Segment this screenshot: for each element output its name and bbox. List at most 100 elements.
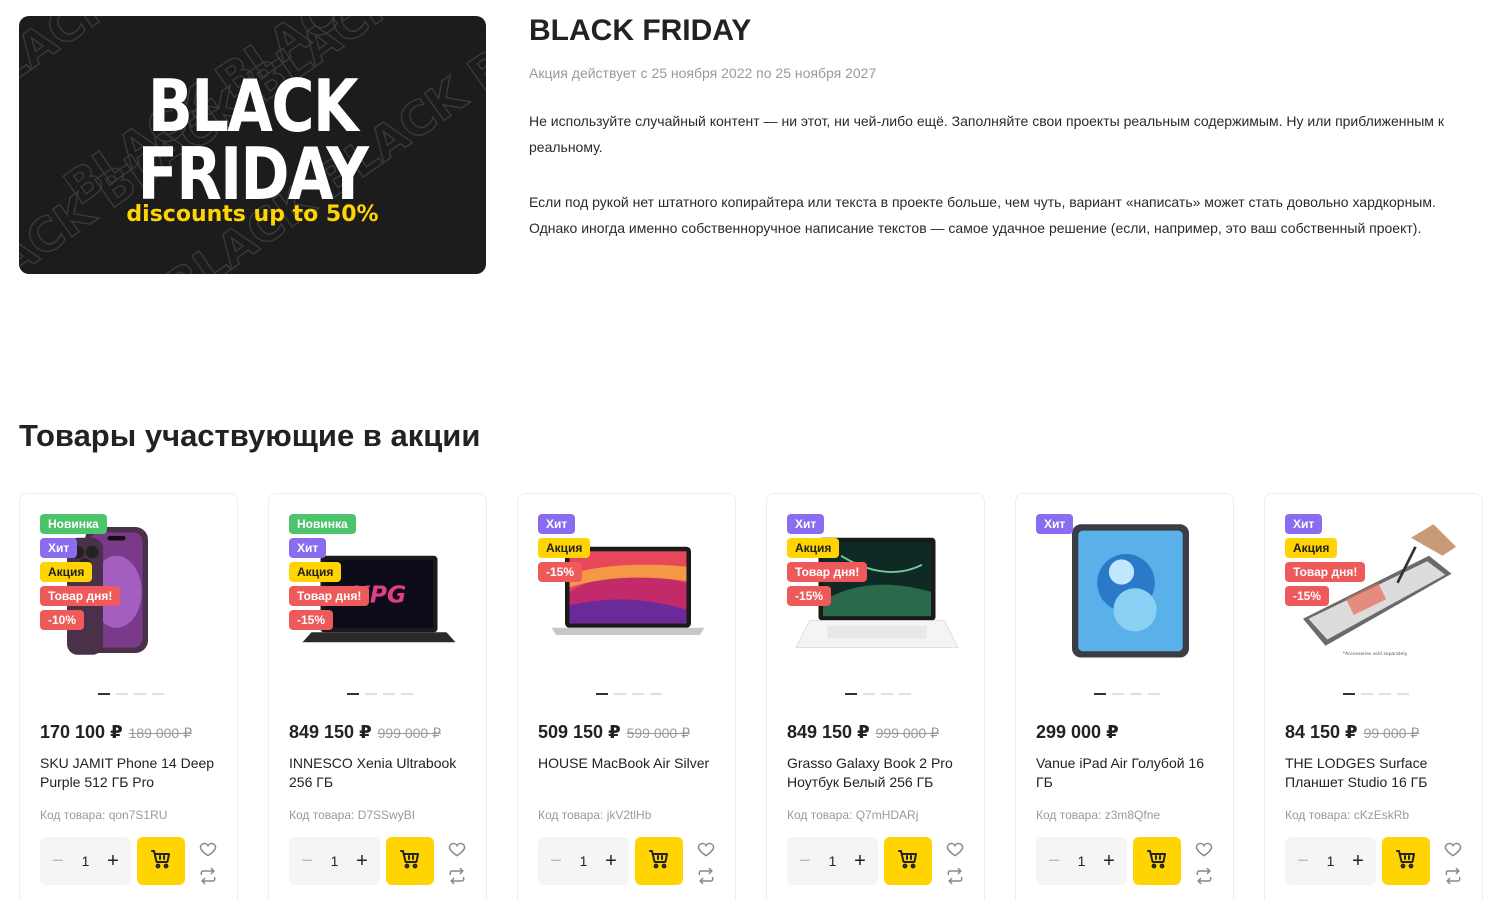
qty-value[interactable]: 1: [1327, 853, 1335, 869]
product-badge: Хит: [787, 514, 825, 534]
product-name[interactable]: Vanue iPad Air Голубой 16 ГБ: [1036, 754, 1218, 792]
image-pager[interactable]: [347, 693, 413, 695]
promo-banner: BLACK BLACK BLACK BLACK BLACK BLACK BLAC…: [19, 16, 486, 274]
pager-dot[interactable]: [1112, 693, 1124, 695]
qty-plus-button[interactable]: +: [354, 850, 370, 873]
pager-dot[interactable]: [383, 693, 395, 695]
image-pager[interactable]: [596, 693, 662, 695]
heart-icon[interactable]: [447, 839, 467, 859]
product-card[interactable]: *Accessories sold separately Хит Акция Тов…: [1264, 493, 1483, 900]
add-to-cart-button[interactable]: [635, 837, 683, 885]
qty-plus-button[interactable]: +: [105, 850, 121, 873]
product-badge: Акция: [289, 562, 342, 582]
product-code: Код товара: jkV2tlHb: [538, 808, 652, 822]
pager-dot[interactable]: [881, 693, 893, 695]
pager-dot[interactable]: [863, 693, 875, 695]
pager-dot[interactable]: [1130, 693, 1142, 695]
promo-dates: Акция действует с 25 ноября 2022 по 25 н…: [529, 65, 877, 81]
qty-value[interactable]: 1: [331, 853, 339, 869]
product-card[interactable]: Хит Акция -15% 509 150 ₽ 599 000 ₽ HOUSE M…: [517, 493, 736, 900]
old-price: 99 000 ₽: [1363, 725, 1420, 741]
compare-icon[interactable]: [696, 866, 716, 886]
qty-minus-button[interactable]: −: [548, 850, 564, 873]
product-card[interactable]: Хит Акция Товар дня! -15% 849 150 ₽ 999 000…: [766, 493, 985, 900]
pager-dot[interactable]: [1361, 693, 1373, 695]
pager-dot[interactable]: [632, 693, 644, 695]
pager-dot[interactable]: [347, 693, 359, 695]
image-pager[interactable]: [845, 693, 911, 695]
pager-dot[interactable]: [1397, 693, 1409, 695]
compare-icon[interactable]: [1194, 866, 1214, 886]
add-to-cart-button[interactable]: [1382, 837, 1430, 885]
add-to-cart-button[interactable]: [884, 837, 932, 885]
product-name[interactable]: Grasso Galaxy Book 2 Pro Ноутбук Белый 2…: [787, 754, 969, 792]
qty-plus-button[interactable]: +: [1101, 850, 1117, 873]
pager-dot[interactable]: [1343, 693, 1355, 695]
pager-dot[interactable]: [152, 693, 164, 695]
heart-icon[interactable]: [198, 839, 218, 859]
product-code: Код товара: D7SSwyBI: [289, 808, 416, 822]
pager-dot[interactable]: [845, 693, 857, 695]
pager-dot[interactable]: [614, 693, 626, 695]
add-to-cart-button[interactable]: [1133, 837, 1181, 885]
product-card[interactable]: XPG Новинка Хит Акция Товар дня! -15% 849 15…: [268, 493, 487, 900]
compare-icon[interactable]: [447, 866, 467, 886]
qty-value[interactable]: 1: [82, 853, 90, 869]
product-badge: Новинка: [40, 514, 107, 534]
pager-dot[interactable]: [899, 693, 911, 695]
badge-list: Новинка Хит Акция Товар дня! -15%: [289, 514, 370, 630]
banner-subtitle: discounts up to 50%: [126, 202, 379, 227]
qty-plus-button[interactable]: +: [852, 850, 868, 873]
pager-dot[interactable]: [401, 693, 413, 695]
pager-dot[interactable]: [596, 693, 608, 695]
qty-minus-button[interactable]: −: [797, 850, 813, 873]
image-pager[interactable]: [1343, 693, 1409, 695]
product-card[interactable]: Хит 299 000 ₽ Vanue iPad Air Голубой 16 …: [1015, 493, 1234, 900]
cart-icon: [1145, 847, 1169, 876]
product-card[interactable]: Новинка Хит Акция Товар дня! -10% 170 100 ₽ …: [19, 493, 238, 900]
qty-value[interactable]: 1: [829, 853, 837, 869]
product-name[interactable]: SKU JAMIT Phone 14 Deep Purple 512 ГБ Pr…: [40, 754, 222, 792]
compare-icon[interactable]: [945, 866, 965, 886]
price: 509 150 ₽: [538, 722, 621, 742]
product-name[interactable]: INNESCO Xenia Ultrabook 256 ГБ: [289, 754, 471, 792]
qty-plus-button[interactable]: +: [1350, 850, 1366, 873]
price: 849 150 ₽: [289, 722, 372, 742]
badge-list: Хит Акция Товар дня! -15%: [787, 514, 868, 606]
heart-icon[interactable]: [945, 839, 965, 859]
pager-dot[interactable]: [650, 693, 662, 695]
qty-plus-button[interactable]: +: [603, 850, 619, 873]
quantity-stepper: − 1 +: [289, 837, 380, 885]
price-row: 509 150 ₽ 599 000 ₽: [538, 722, 690, 743]
qty-minus-button[interactable]: −: [1046, 850, 1062, 873]
qty-minus-button[interactable]: −: [1295, 850, 1311, 873]
product-name[interactable]: THE LODGES Surface Планшет Studio 16 ГБ: [1285, 754, 1467, 792]
heart-icon[interactable]: [1443, 839, 1463, 859]
pager-dot[interactable]: [1148, 693, 1160, 695]
pager-dot[interactable]: [116, 693, 128, 695]
pager-dot[interactable]: [365, 693, 377, 695]
add-to-cart-button[interactable]: [137, 837, 185, 885]
heart-icon[interactable]: [696, 839, 716, 859]
add-to-cart-button[interactable]: [386, 837, 434, 885]
pager-dot[interactable]: [1379, 693, 1391, 695]
product-badge: -10%: [40, 610, 85, 630]
image-pager[interactable]: [1094, 693, 1160, 695]
pager-dot[interactable]: [134, 693, 146, 695]
qty-value[interactable]: 1: [1078, 853, 1086, 869]
product-code: Код товара: Q7mHDARj: [787, 808, 919, 822]
ipad-image[interactable]: [1036, 512, 1216, 668]
product-badge: Товар дня!: [787, 562, 868, 582]
compare-icon[interactable]: [198, 866, 218, 886]
pager-dot[interactable]: [1094, 693, 1106, 695]
quantity-stepper: − 1 +: [40, 837, 131, 885]
pager-dot[interactable]: [98, 693, 110, 695]
heart-icon[interactable]: [1194, 839, 1214, 859]
qty-minus-button[interactable]: −: [50, 850, 66, 873]
badge-list: Хит Акция Товар дня! -15%: [1285, 514, 1366, 606]
qty-value[interactable]: 1: [580, 853, 588, 869]
product-name[interactable]: HOUSE MacBook Air Silver: [538, 754, 720, 773]
compare-icon[interactable]: [1443, 866, 1463, 886]
image-pager[interactable]: [98, 693, 164, 695]
qty-minus-button[interactable]: −: [299, 850, 315, 873]
